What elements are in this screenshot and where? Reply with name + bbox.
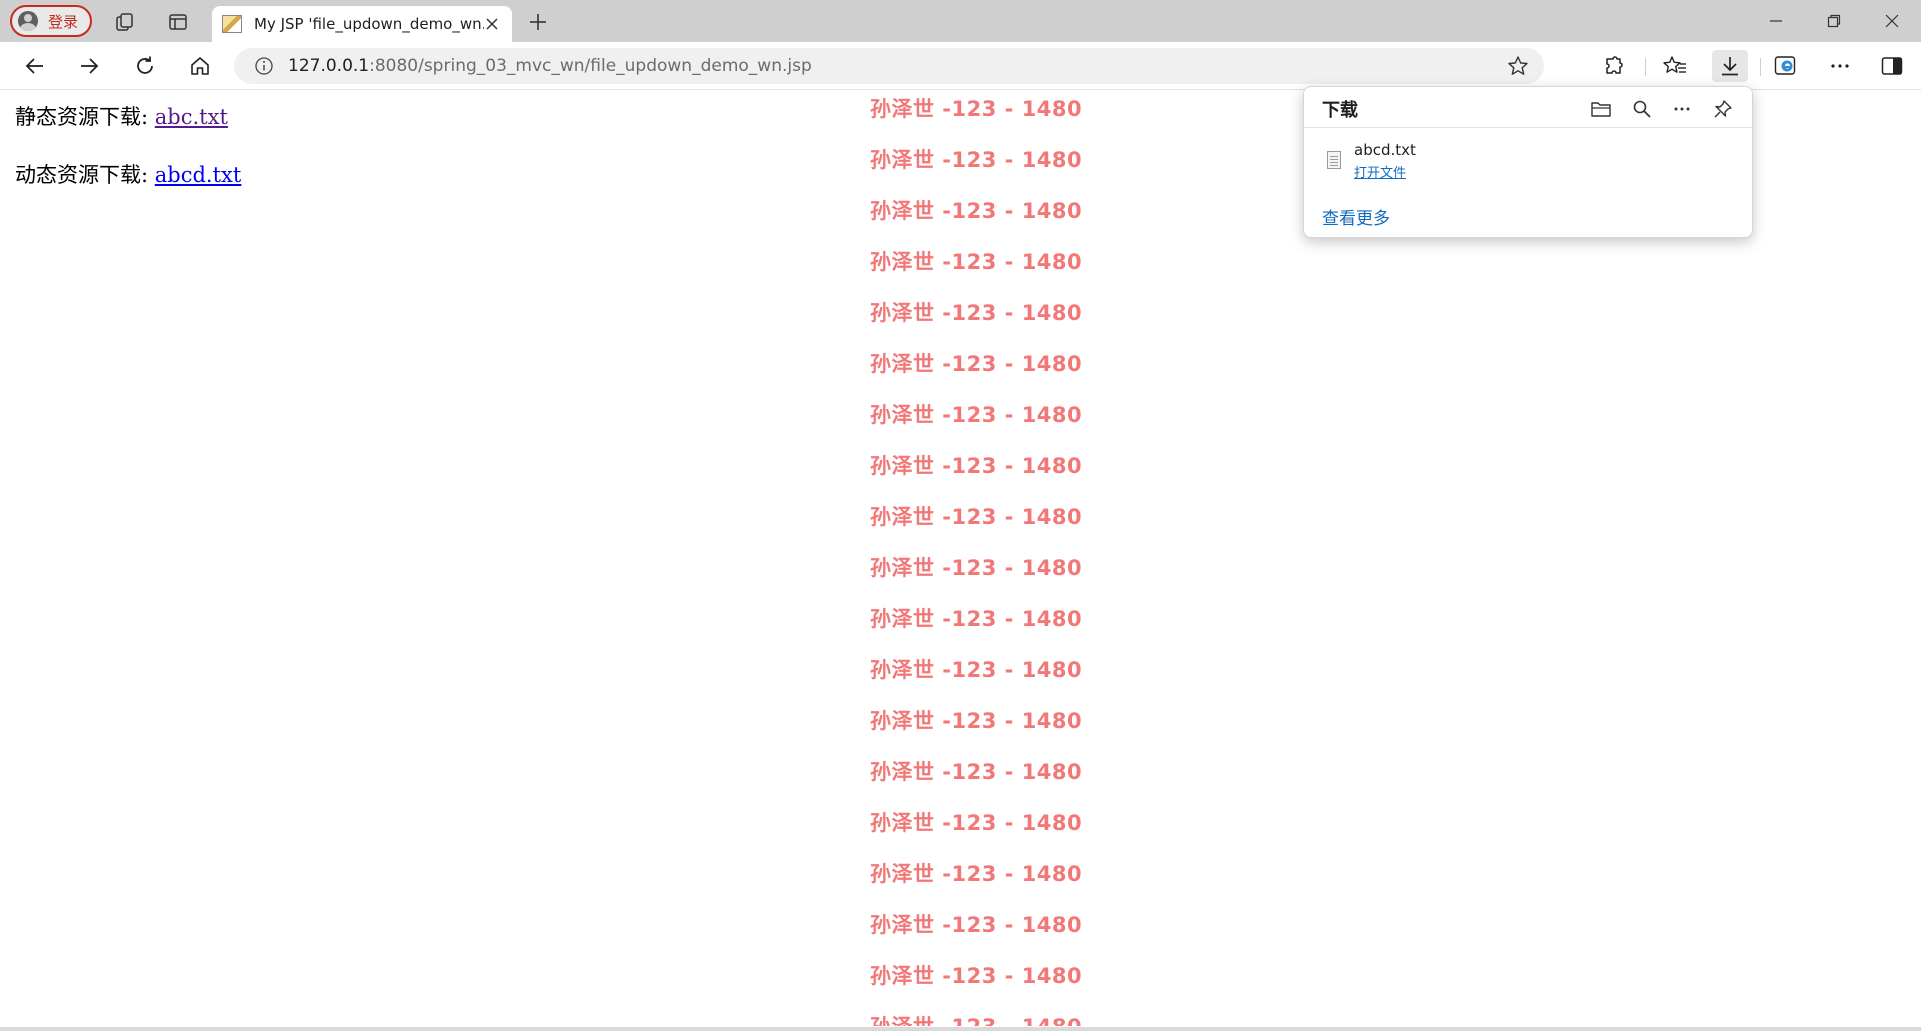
plus-icon[interactable] (524, 8, 552, 36)
flyout-divider (1304, 127, 1752, 128)
watermark-line: 孙泽世 -123 - 1480 (870, 1011, 1082, 1026)
address-bar[interactable]: 127.0.0.1:8080/spring_03_mvc_wn/file_upd… (234, 48, 1544, 84)
refresh-icon[interactable] (128, 50, 162, 82)
forward-icon[interactable] (72, 50, 106, 82)
title-bar: 登录 My JSP 'file_updown_demo_wn.jsp (0, 0, 1921, 42)
static-download-line: 静态资源下载: abc.txt (15, 101, 228, 131)
toolbar-separator (1760, 58, 1761, 76)
profile-avatar-icon (18, 11, 38, 31)
watermark-line: 孙泽世 -123 - 1480 (870, 352, 1083, 376)
download-file-name[interactable]: abcd.txt (1354, 141, 1416, 159)
download-icon[interactable] (1712, 50, 1748, 82)
dynamic-download-line: 动态资源下载: abcd.txt (15, 159, 241, 189)
watermark-line: 孙泽世 -123 - 1480 (870, 811, 1083, 835)
url-path: :8080/spring_03_mvc_wn/file_updown_demo_… (369, 56, 812, 76)
info-icon[interactable] (252, 54, 276, 78)
watermark-line: 孙泽世 -123 - 1480 (870, 862, 1083, 886)
more-icon[interactable] (1822, 50, 1858, 82)
see-more-link[interactable]: 查看更多 (1322, 204, 1390, 229)
page-favicon-icon (222, 15, 242, 33)
watermark-line: 孙泽世 -123 - 1480 (870, 97, 1083, 121)
url-host: 127.0.0.1 (288, 56, 370, 76)
more-icon[interactable] (1669, 96, 1695, 122)
sidebar-icon[interactable] (1874, 50, 1910, 82)
watermark-line: 孙泽世 -123 - 1480 (870, 913, 1083, 937)
watermark-line: 孙泽世 -123 - 1480 (870, 454, 1083, 478)
home-icon[interactable] (183, 50, 217, 82)
watermark-line: 孙泽世 -123 - 1480 (870, 403, 1083, 427)
star-icon[interactable] (1506, 54, 1530, 78)
edge-icon[interactable] (1768, 50, 1804, 82)
favorites-icon[interactable] (1657, 50, 1693, 82)
watermark-line: 孙泽世 -123 - 1480 (870, 607, 1083, 631)
watermark-line: 孙泽世 -123 - 1480 (870, 250, 1083, 274)
back-icon[interactable] (18, 50, 52, 82)
tab-actions-icon[interactable] (165, 9, 191, 35)
folder-icon[interactable] (1588, 96, 1614, 122)
workspaces-icon[interactable] (112, 9, 138, 35)
profile-label: 登录 (48, 12, 79, 31)
downloads-title: 下载 (1322, 100, 1358, 121)
downloads-flyout: 下载 abcd.txt 打开文件 查看更多 (1303, 86, 1753, 238)
close-icon[interactable] (482, 14, 502, 34)
window-close-icon[interactable] (1864, 0, 1920, 42)
watermark-line: 孙泽世 -123 - 1480 (870, 301, 1083, 325)
active-tab[interactable]: My JSP 'file_updown_demo_wn.jsp (212, 6, 512, 42)
watermark-line: 孙泽世 -123 - 1480 (870, 658, 1083, 682)
browser-toolbar: 127.0.0.1:8080/spring_03_mvc_wn/file_upd… (0, 42, 1921, 90)
file-icon (1327, 151, 1341, 169)
extensions-icon[interactable] (1596, 50, 1632, 82)
url-text[interactable]: 127.0.0.1:8080/spring_03_mvc_wn/file_upd… (288, 56, 812, 76)
pin-icon[interactable] (1710, 96, 1736, 122)
dynamic-download-label: 动态资源下载: (15, 163, 149, 187)
static-download-label: 静态资源下载: (15, 105, 149, 129)
toolbar-separator (1645, 58, 1646, 76)
watermark-line: 孙泽世 -123 - 1480 (870, 148, 1083, 172)
watermark-line: 孙泽世 -123 - 1480 (870, 709, 1083, 733)
search-icon[interactable] (1629, 96, 1655, 122)
watermark-line: 孙泽世 -123 - 1480 (870, 556, 1083, 580)
watermark-line: 孙泽世 -123 - 1480 (870, 505, 1083, 529)
watermark-line: 孙泽世 -123 - 1480 (870, 760, 1083, 784)
watermark-line: 孙泽世 -123 - 1480 (870, 199, 1083, 223)
open-file-link[interactable]: 打开文件 (1354, 162, 1406, 181)
restore-icon[interactable] (1806, 0, 1862, 42)
minimize-icon[interactable] (1748, 0, 1804, 42)
dynamic-download-link[interactable]: abcd.txt (155, 163, 242, 187)
static-download-link[interactable]: abc.txt (155, 105, 228, 129)
tab-title: My JSP 'file_updown_demo_wn.jsp (254, 15, 484, 33)
window-bottom-edge (0, 1027, 1921, 1031)
watermark-line: 孙泽世 -123 - 1480 (870, 964, 1083, 988)
profile-button[interactable]: 登录 (10, 5, 92, 37)
